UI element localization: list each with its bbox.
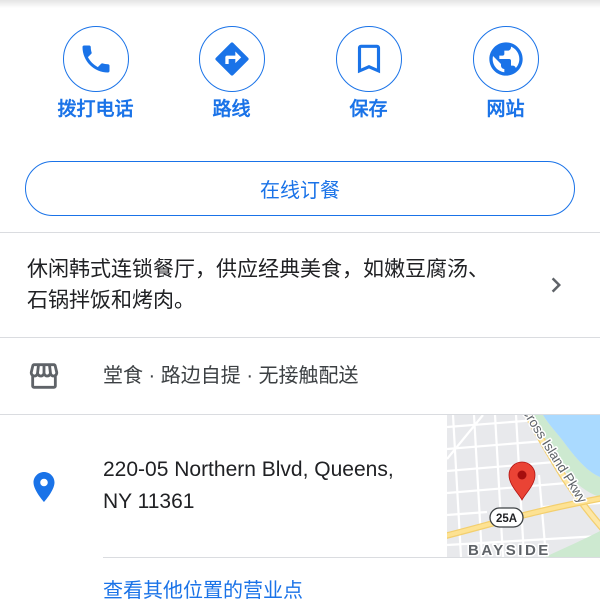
globe-icon-shape xyxy=(488,42,523,76)
order-online-button[interactable]: 在线订餐 xyxy=(25,161,575,216)
description-line: 休闲韩式连锁餐厅，供应经典美食，如嫩豆腐汤、 xyxy=(27,258,489,281)
address-row[interactable]: 220-05 Northern Blvd, Queens, NY 11361 xyxy=(0,415,447,557)
storefront-icon xyxy=(29,363,59,389)
address-text: 220-05 Northern Blvd, Queens, NY 11361 xyxy=(103,454,394,518)
save-button[interactable]: 保存 xyxy=(300,26,437,134)
phone-icon-shape xyxy=(82,45,109,73)
directions-icon-shape xyxy=(214,42,249,76)
map-thumbnail[interactable]: Cross Island Pkwy 25A BAYSIDE xyxy=(447,415,600,557)
website-button-label: 网站 xyxy=(486,99,525,120)
save-button-label: 保存 xyxy=(349,99,388,120)
map-pin-dot xyxy=(517,470,527,480)
call-button[interactable]: 拨打电话 xyxy=(27,26,164,134)
bookmark-icon-shape xyxy=(357,44,380,74)
place-icon xyxy=(33,472,55,502)
service-options-row[interactable]: 堂食 · 路边自提 · 无接触配送 xyxy=(0,338,600,414)
description-row[interactable]: 休闲韩式连锁餐厅，供应经典美食，如嫩豆腐汤、 石锅拌饭和烤肉。 xyxy=(0,233,600,337)
address-line: 220-05 Northern Blvd, Queens, xyxy=(103,458,394,481)
phone-icon xyxy=(82,45,109,73)
address-line: NY 11361 xyxy=(103,490,195,513)
save-button-circle[interactable] xyxy=(335,26,402,92)
website-button[interactable]: 网站 xyxy=(437,26,574,134)
action-row: 拨打电话 路线 保存 网站 xyxy=(0,0,600,140)
place-icon-shape xyxy=(33,472,55,502)
description-text: 休闲韩式连锁餐厅，供应经典美食，如嫩豆腐汤、 石锅拌饭和烤肉。 xyxy=(27,254,489,316)
map-image: Cross Island Pkwy 25A BAYSIDE xyxy=(447,415,600,557)
directions-button-circle[interactable] xyxy=(198,26,265,92)
divider xyxy=(103,557,600,558)
place-details-panel: 拨打电话 路线 保存 网站 在线订餐 休闲韩式连锁餐厅，供应经典美食，如嫩豆腐汤… xyxy=(0,0,600,600)
directions-icon xyxy=(214,42,249,76)
chevron-right-icon[interactable] xyxy=(541,270,571,300)
website-button-circle[interactable] xyxy=(472,26,539,92)
map-area-label: BAYSIDE xyxy=(468,542,551,557)
call-button-label: 拨打电话 xyxy=(57,99,134,120)
bookmark-icon xyxy=(357,44,380,74)
service-options-text: 堂食 · 路边自提 · 无接触配送 xyxy=(103,365,359,387)
description-line: 石锅拌饭和烤肉。 xyxy=(27,289,195,312)
chevron-right-icon-shape xyxy=(551,277,561,293)
storefront-icon-shape xyxy=(29,363,59,389)
directions-button[interactable]: 路线 xyxy=(163,26,300,134)
route-shield-label: 25A xyxy=(496,513,517,525)
globe-icon xyxy=(488,42,523,76)
directions-button-label: 路线 xyxy=(212,99,251,120)
call-button-circle[interactable] xyxy=(62,26,129,92)
other-locations-link[interactable]: 查看其他位置的营业点 xyxy=(103,577,303,600)
